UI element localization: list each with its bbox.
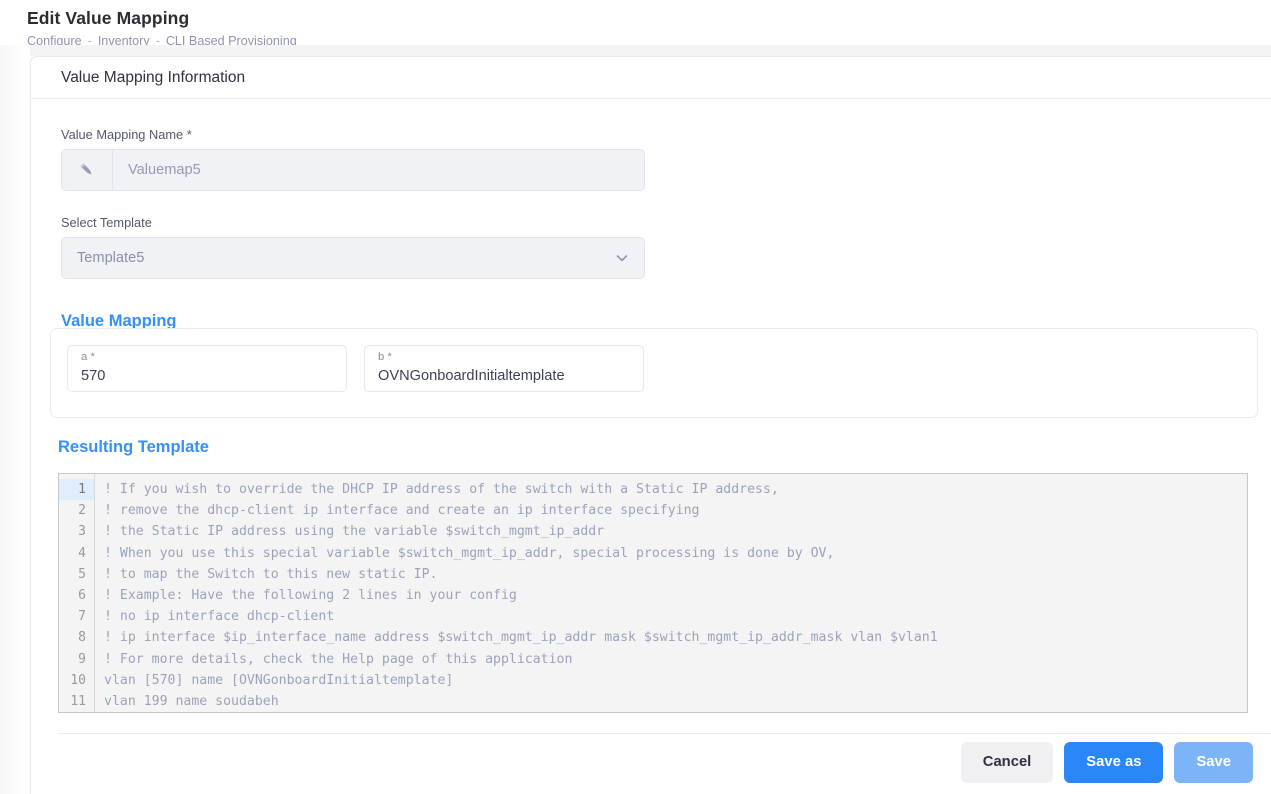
code-line-number: 5 xyxy=(59,564,94,585)
code-line[interactable]: ! When you use this special variable $sw… xyxy=(104,543,1247,564)
page-title: Edit Value Mapping xyxy=(27,4,1271,29)
code-line-number: 11 xyxy=(59,691,94,712)
app-page: Edit Value Mapping Configure - Inventory… xyxy=(0,0,1271,794)
cancel-button[interactable]: Cancel xyxy=(961,742,1054,783)
select-template-dropdown[interactable]: Template5 xyxy=(61,237,645,279)
chevron-down-icon xyxy=(614,250,630,266)
footer-actions: Cancel Save as Save xyxy=(961,742,1253,783)
code-line-number: 7 xyxy=(59,606,94,627)
mapping-field-a-value[interactable]: 570 xyxy=(81,366,333,386)
card-body: Value Mapping Name * xyxy=(31,127,1271,331)
code-content[interactable]: ! If you wish to override the DHCP IP ad… xyxy=(95,474,1247,712)
code-line-number: 2 xyxy=(59,500,94,521)
select-template-block: Select Template Template5 xyxy=(31,215,1271,279)
save-button[interactable]: Save xyxy=(1174,742,1253,783)
value-mapping-fields: a * 570 b * OVNGonboardInitialtemplate xyxy=(51,329,1257,408)
code-line-number: 10 xyxy=(59,670,94,691)
code-line-number: 8 xyxy=(59,627,94,648)
select-template-value: Template5 xyxy=(77,250,144,266)
header-strip xyxy=(0,45,1271,56)
page-header: Edit Value Mapping Configure - Inventory… xyxy=(0,0,1271,45)
page-left-gutter xyxy=(0,45,30,794)
select-template-label: Select Template xyxy=(61,215,1271,231)
mapping-field-a-label: a * xyxy=(81,351,333,364)
code-line-number: 6 xyxy=(59,585,94,606)
code-line[interactable]: ! no ip interface dhcp-client xyxy=(104,606,1247,627)
mapping-field-b-value[interactable]: OVNGonboardInitialtemplate xyxy=(378,366,630,386)
label-text: Value Mapping Name xyxy=(61,127,183,142)
code-editor-inner: 1234567891011 ! If you wish to override … xyxy=(59,474,1247,712)
code-line-number: 3 xyxy=(59,521,94,542)
pencil-icon xyxy=(62,150,113,190)
mapping-field-b-label: b * xyxy=(378,351,630,364)
code-line-number: 1 xyxy=(59,479,94,500)
card-header: Value Mapping Information xyxy=(31,57,1271,99)
code-line-number: 4 xyxy=(59,543,94,564)
value-mapping-name-input[interactable] xyxy=(113,150,644,190)
mapping-field-b[interactable]: b * OVNGonboardInitialtemplate xyxy=(364,345,644,392)
code-line[interactable]: ! Example: Have the following 2 lines in… xyxy=(104,585,1247,606)
value-mapping-name-block: Value Mapping Name * xyxy=(31,127,1271,191)
value-mapping-name-input-row[interactable] xyxy=(61,149,645,191)
mapping-field-a-label-text: a xyxy=(81,351,87,363)
code-gutter: 1234567891011 xyxy=(59,474,95,712)
value-mapping-name-label: Value Mapping Name * xyxy=(61,127,1271,143)
save-as-button[interactable]: Save as xyxy=(1064,742,1163,783)
mapping-field-a[interactable]: a * 570 xyxy=(67,345,347,392)
resulting-template-heading: Resulting Template xyxy=(58,437,209,457)
code-line[interactable]: ! remove the dhcp-client ip interface an… xyxy=(104,500,1247,521)
required-asterisk: * xyxy=(187,127,192,142)
mapping-field-b-label-text: b xyxy=(378,351,384,363)
required-asterisk: * xyxy=(90,351,94,363)
code-line[interactable]: ! ip interface $ip_interface_name addres… xyxy=(104,627,1247,648)
code-line[interactable]: ! to map the Switch to this new static I… xyxy=(104,564,1247,585)
code-line[interactable]: vlan 199 name soudabeh xyxy=(104,691,1247,712)
value-mapping-fields-box: a * 570 b * OVNGonboardInitialtemplate xyxy=(50,328,1258,418)
code-line[interactable]: ! If you wish to override the DHCP IP ad… xyxy=(104,479,1247,500)
code-line[interactable]: vlan [570] name [OVNGonboardInitialtempl… xyxy=(104,670,1247,691)
footer-divider xyxy=(58,733,1271,734)
required-asterisk: * xyxy=(387,351,391,363)
code-line[interactable]: ! For more details, check the Help page … xyxy=(104,649,1247,670)
code-line[interactable]: ! the Static IP address using the variab… xyxy=(104,521,1247,542)
card-title: Value Mapping Information xyxy=(61,68,245,88)
code-line-number: 9 xyxy=(59,649,94,670)
resulting-template-editor[interactable]: 1234567891011 ! If you wish to override … xyxy=(58,473,1248,713)
